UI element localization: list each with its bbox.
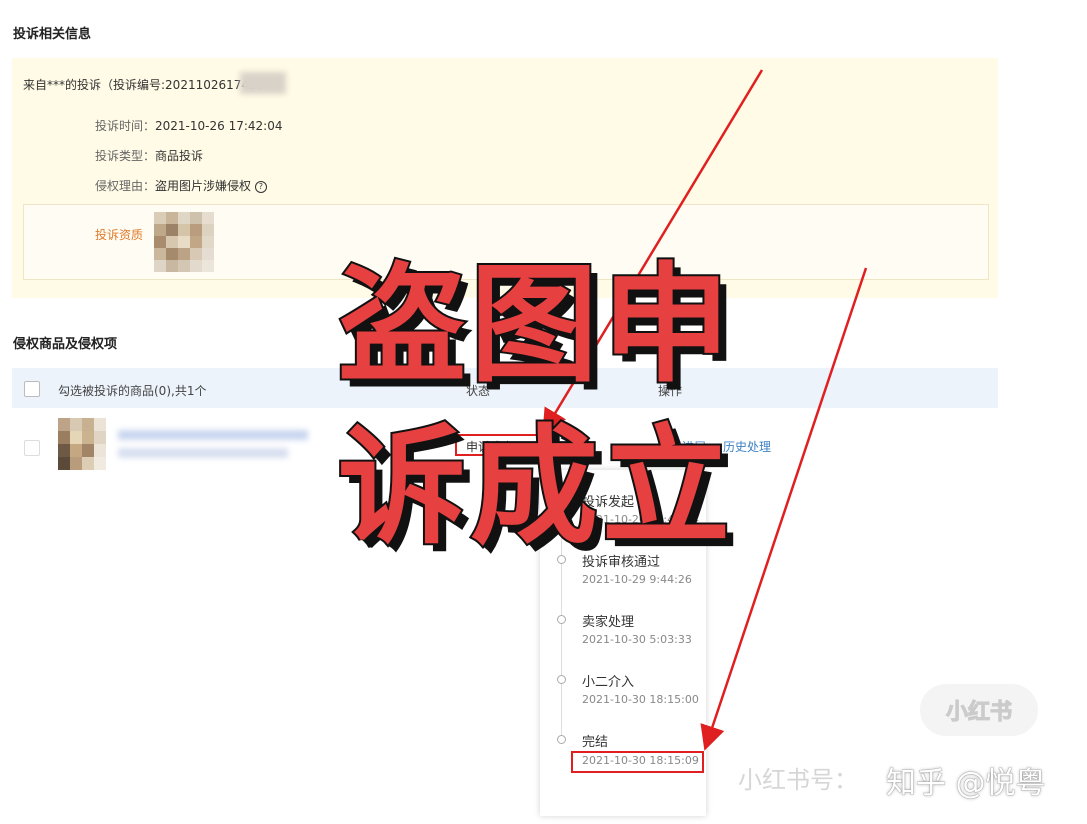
xiaohongshu-logo-watermark: 小红书 [920,684,1038,736]
page: { "complaint_info": { "section_title": "… [0,0,1087,824]
overlay-headline-line1: 盗图申 [336,251,735,400]
overlay-headline-line2: 诉成立 [336,413,735,562]
xiaohongshu-id-watermark: 小红书号： [738,766,858,794]
zhihu-watermark: 知乎 @悦粤 [886,766,1047,802]
